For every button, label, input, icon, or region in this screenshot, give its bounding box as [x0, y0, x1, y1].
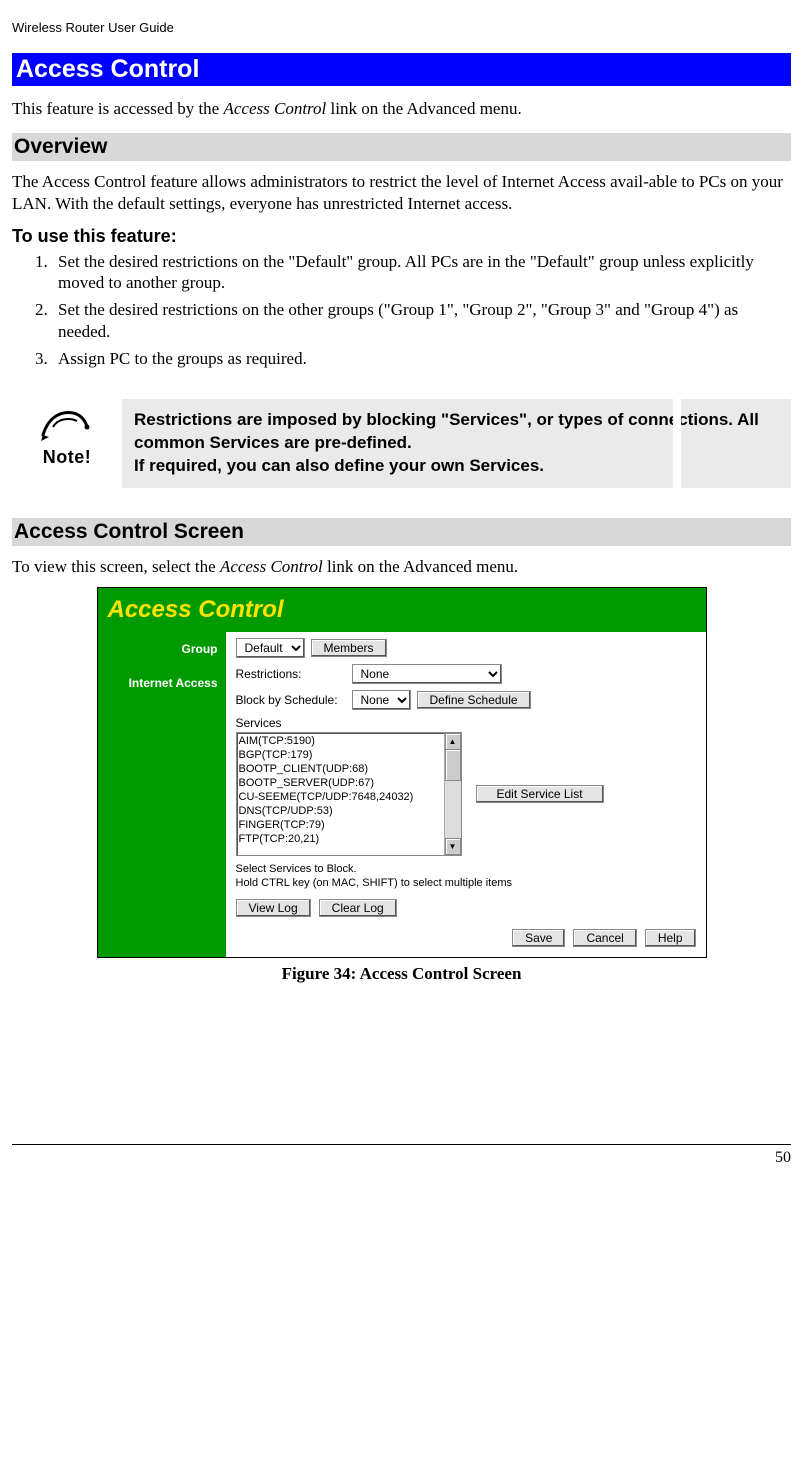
screenshot-title: Access Control — [98, 588, 706, 632]
hint-line1: Select Services to Block. — [236, 863, 357, 875]
steps-list: Set the desired restrictions on the "Def… — [12, 251, 791, 369]
restrictions-select[interactable]: None — [352, 664, 502, 684]
block-schedule-select[interactable]: None — [352, 690, 411, 710]
feature-heading: To use this feature: — [12, 226, 791, 247]
intro-italic: Access Control — [223, 99, 326, 118]
save-button[interactable]: Save — [512, 929, 565, 947]
service-item[interactable]: BOOTP_SERVER(UDP:67) — [239, 776, 459, 790]
note-label: Note! — [12, 447, 122, 468]
overview-heading: Overview — [12, 133, 791, 161]
service-item[interactable]: BOOTP_CLIENT(UDP:68) — [239, 762, 459, 776]
intro-pre: This feature is accessed by the — [12, 99, 223, 118]
service-item[interactable]: AIM(TCP:5190) — [239, 734, 459, 748]
intro-paragraph: This feature is accessed by the Access C… — [12, 98, 791, 119]
screen-p-italic: Access Control — [220, 557, 323, 576]
screen-p-post: link on the Advanced menu. — [323, 557, 518, 576]
step-1: Set the desired restrictions on the "Def… — [52, 251, 791, 294]
screen-p-pre: To view this screen, select the — [12, 557, 220, 576]
step-2: Set the desired restrictions on the othe… — [52, 299, 791, 342]
service-item[interactable]: FTP(TCP:20,21) — [239, 832, 459, 846]
clear-log-button[interactable]: Clear Log — [319, 899, 397, 917]
group-select[interactable]: Default — [236, 638, 305, 658]
services-hint: Select Services to Block. Hold CTRL key … — [236, 862, 696, 891]
hint-line2: Hold CTRL key (on MAC, SHIFT) to select … — [236, 877, 513, 889]
block-schedule-label: Block by Schedule: — [236, 693, 346, 707]
doc-header: Wireless Router User Guide — [12, 20, 791, 35]
screen-heading: Access Control Screen — [12, 518, 791, 546]
service-item[interactable]: FINGER(TCP:79) — [239, 818, 459, 832]
cancel-button[interactable]: Cancel — [573, 929, 636, 947]
edit-service-button[interactable]: Edit Service List — [476, 785, 604, 803]
scrollbar[interactable]: ▲ ▼ — [444, 733, 461, 855]
services-label: Services — [236, 716, 696, 730]
service-item[interactable]: BGP(TCP:179) — [239, 748, 459, 762]
step-3: Assign PC to the groups as required. — [52, 348, 791, 369]
note-box: Restrictions are imposed by blocking "Se… — [122, 399, 791, 488]
view-log-button[interactable]: View Log — [236, 899, 311, 917]
note-icon: Note! — [12, 399, 122, 468]
services-listbox[interactable]: AIM(TCP:5190) BGP(TCP:179) BOOTP_CLIENT(… — [236, 732, 462, 856]
define-schedule-button[interactable]: Define Schedule — [417, 691, 531, 709]
screen-paragraph: To view this screen, select the Access C… — [12, 556, 791, 577]
restrictions-label: Restrictions: — [236, 667, 346, 681]
help-button[interactable]: Help — [645, 929, 696, 947]
members-button[interactable]: Members — [311, 639, 387, 657]
scroll-thumb[interactable] — [445, 749, 461, 781]
service-item[interactable]: DNS(TCP/UDP:53) — [239, 804, 459, 818]
intro-post: link on the Advanced menu. — [326, 99, 521, 118]
note-line1: Restrictions are imposed by blocking "Se… — [134, 410, 759, 452]
page-title: Access Control — [12, 53, 791, 86]
overview-paragraph: The Access Control feature allows admini… — [12, 171, 791, 214]
note-line2: If required, you can also define your ow… — [134, 456, 544, 475]
figure-caption: Figure 34: Access Control Screen — [12, 964, 791, 984]
scroll-up-icon[interactable]: ▲ — [445, 733, 461, 750]
side-label-group: Group — [102, 642, 218, 656]
side-label-internet: Internet Access — [102, 676, 218, 690]
service-item[interactable]: CU-SEEME(TCP/UDP:7648,24032) — [239, 790, 459, 804]
access-control-screenshot: Access Control Group Internet Access Def… — [97, 587, 707, 958]
page-number: 50 — [12, 1144, 791, 1167]
scroll-down-icon[interactable]: ▼ — [445, 838, 461, 855]
